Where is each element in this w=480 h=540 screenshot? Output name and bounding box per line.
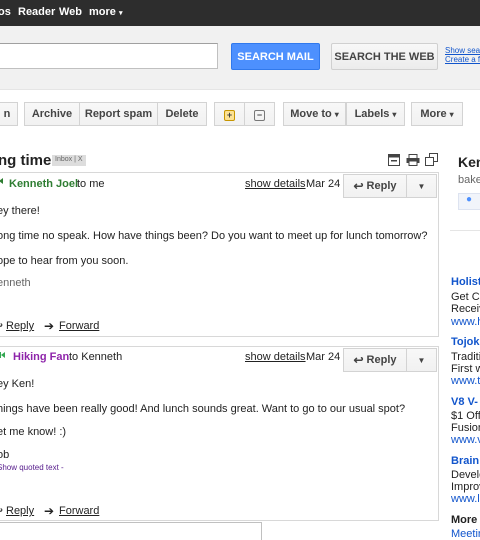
reply-arrow-icon: ↩: [353, 179, 364, 193]
ad-text: Get Ce: [451, 291, 480, 303]
show-details-link[interactable]: show details: [245, 178, 306, 190]
expand-all-icon[interactable]: [425, 153, 438, 166]
message-body-line: ey there!: [0, 205, 40, 217]
ad-url[interactable]: www.h: [451, 316, 480, 328]
ad-url[interactable]: www.to: [451, 375, 480, 387]
contact-chat-button[interactable]: ●: [458, 193, 480, 210]
show-quoted-text-link[interactable]: Show quoted text -: [0, 463, 64, 472]
message-options-button[interactable]: ▼: [407, 174, 437, 198]
message-signature: ob: [0, 449, 10, 461]
important-plus-icon: +: [224, 110, 235, 121]
chevron-down-icon: ▼: [417, 181, 426, 191]
report-spam-button[interactable]: Report spam: [79, 102, 158, 126]
ad-text: Fusion: [451, 422, 480, 434]
ad-text: $1 Off: [451, 410, 480, 422]
ad-text: First w: [451, 363, 480, 375]
reply-button[interactable]: ↩ Reply: [343, 348, 407, 372]
show-details-link[interactable]: show details: [245, 351, 306, 363]
contact-name[interactable]: Kenn: [458, 154, 480, 170]
back-to-inbox-button[interactable]: n: [0, 102, 18, 126]
show-search-options-link[interactable]: Show search: [445, 46, 480, 55]
mark-not-important-button[interactable]: −: [244, 102, 275, 126]
ad-text: Receiv: [451, 303, 480, 315]
reply-arrow-icon: ↩: [353, 353, 364, 367]
move-to-button[interactable]: Move to ▾: [283, 102, 346, 126]
labels-button[interactable]: Labels ▾: [346, 102, 405, 126]
reply-arrow-icon: ↩: [0, 319, 3, 333]
reply-link[interactable]: Reply: [6, 505, 34, 517]
conversation-subject: ng time!: [0, 152, 57, 169]
message-recipients: to Kenneth: [69, 351, 123, 363]
nav-item-web[interactable]: Web: [59, 6, 82, 18]
sender-status-icon: [0, 178, 3, 184]
message-body-line: ong time no speak. How have things been?…: [0, 230, 428, 242]
create-filter-link[interactable]: Create a fi: [445, 55, 480, 64]
ad-text: Develo: [451, 469, 480, 481]
top-nav-bar: os Reader Web more ▾: [0, 0, 480, 26]
forward-arrow-icon: ➔: [44, 319, 55, 333]
inbox-label-chip[interactable]: Inbox | X: [52, 155, 86, 166]
message-date: Mar 24: [306, 351, 341, 363]
archive-button[interactable]: Archive: [24, 102, 80, 126]
forward-arrow-icon: ➔: [44, 504, 55, 518]
chat-bubble-icon: ●: [466, 194, 473, 205]
message-options-button[interactable]: ▼: [407, 348, 437, 372]
message-sender[interactable]: Hiking Fan: [13, 351, 69, 363]
nav-item-photos[interactable]: os: [0, 6, 11, 18]
search-mail-button[interactable]: SEARCH MAIL: [231, 43, 320, 70]
message-body-line: et me know! :): [0, 426, 67, 438]
more-about-heading: More a: [451, 514, 480, 526]
chevron-down-icon: ▾: [118, 10, 123, 17]
new-window-icon[interactable]: [388, 154, 400, 166]
chevron-down-icon: ▾: [449, 109, 454, 119]
quick-reply-box[interactable]: [0, 522, 262, 540]
chevron-down-icon: ▼: [417, 355, 426, 365]
video-chat-icon: [0, 352, 5, 358]
chevron-down-icon: ▾: [334, 109, 339, 119]
delete-button[interactable]: Delete: [157, 102, 207, 126]
contact-email: bake: [458, 174, 480, 186]
chevron-down-icon: ▾: [392, 109, 397, 119]
ad-text: Improv: [451, 481, 480, 493]
message-body-line: hings have been really good! And lunch s…: [0, 403, 406, 415]
nav-item-reader[interactable]: Reader: [18, 6, 55, 18]
reply-arrow-icon: ↩: [0, 504, 3, 518]
forward-link[interactable]: Forward: [59, 320, 99, 332]
search-input[interactable]: [0, 43, 218, 69]
search-web-button[interactable]: SEARCH THE WEB: [331, 43, 438, 70]
message-body-line: ey Ken!: [0, 378, 35, 390]
ad-url[interactable]: www.v: [451, 434, 480, 446]
more-actions-button[interactable]: More ▾: [411, 102, 463, 126]
forward-link[interactable]: Forward: [59, 505, 99, 517]
ad-url[interactable]: www.lu: [451, 493, 480, 505]
message-card: Kenneth Joel to me show details Mar 24 ↩…: [0, 172, 439, 337]
ad-title[interactable]: V8 V-: [451, 396, 478, 408]
remove-label-icon[interactable]: | X: [74, 156, 82, 163]
ad-text: Traditi: [451, 351, 480, 363]
not-important-minus-icon: −: [254, 110, 265, 121]
message-date: Mar 24: [306, 178, 341, 190]
reply-link[interactable]: Reply: [6, 320, 34, 332]
message-recipients: to me: [77, 178, 105, 190]
ad-title[interactable]: Tojok: [451, 336, 480, 348]
mark-important-button[interactable]: +: [214, 102, 245, 126]
search-band: SEARCH MAIL SEARCH THE WEB Show search C…: [0, 26, 480, 90]
ad-title[interactable]: Brain: [451, 455, 479, 467]
message-card: Hiking Fan to Kenneth show details Mar 2…: [0, 346, 439, 521]
panel-divider: [450, 230, 480, 231]
related-link[interactable]: Meetin: [451, 528, 480, 540]
message-sender[interactable]: Kenneth Joel: [9, 178, 78, 190]
nav-item-more[interactable]: more ▾: [89, 6, 122, 18]
message-body-line: ope to hear from you soon.: [0, 255, 129, 267]
reply-button[interactable]: ↩ Reply: [343, 174, 407, 198]
ad-title[interactable]: Holist: [451, 276, 480, 288]
message-signature: enneth: [0, 277, 31, 289]
print-icon[interactable]: [406, 154, 420, 166]
